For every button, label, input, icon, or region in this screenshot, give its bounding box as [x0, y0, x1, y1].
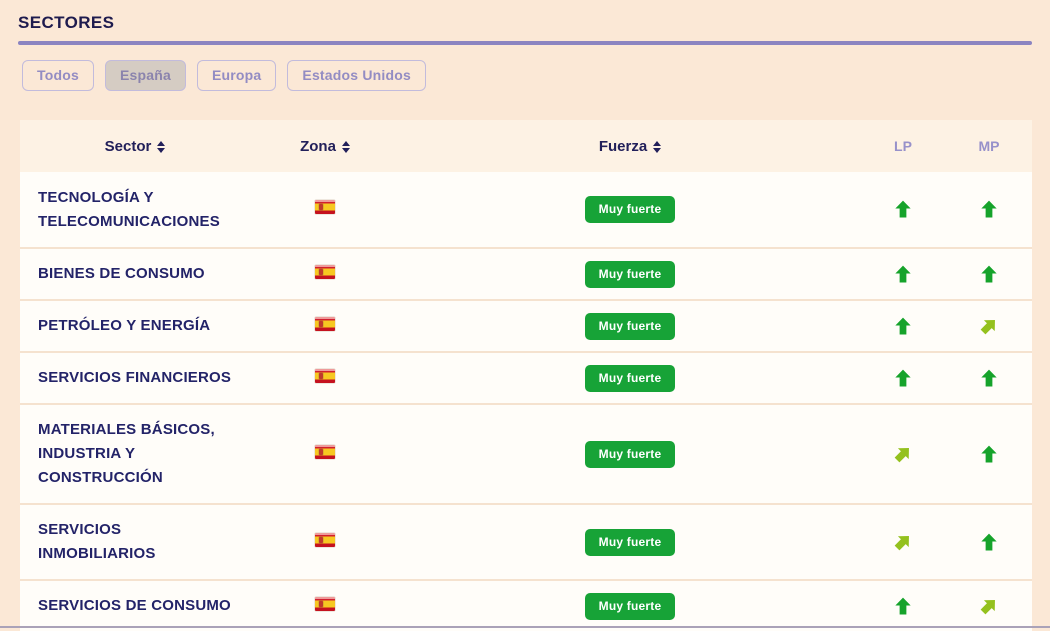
mp-trend-cell	[946, 404, 1032, 504]
flag-emblem	[319, 536, 323, 543]
strength-badge: Muy fuerte	[584, 364, 676, 392]
sort-icon	[653, 140, 662, 153]
lp-trend-cell	[860, 300, 946, 352]
filter-button-europa[interactable]: Europa	[196, 60, 277, 91]
spain-flag-icon	[315, 444, 335, 459]
flag-emblem	[319, 448, 323, 455]
column-header-zona[interactable]: Zona	[250, 120, 400, 172]
sector-name: BIENES DE CONSUMO	[38, 265, 205, 282]
column-header-sector[interactable]: Sector	[20, 120, 250, 172]
spain-flag-icon	[315, 596, 335, 611]
mp-trend-cell	[946, 580, 1032, 631]
flag-emblem	[319, 320, 323, 327]
column-header-zona-label: Zona	[300, 137, 336, 155]
spain-flag-icon	[315, 532, 335, 547]
filter-button-estados-unidos[interactable]: Estados Unidos	[287, 60, 426, 91]
sort-icon	[157, 140, 166, 153]
lp-trend-cell	[860, 404, 946, 504]
table-row[interactable]: SERVICIOS DE CONSUMO Muy fuerte	[20, 580, 1032, 631]
column-header-mp: MP	[978, 138, 1000, 154]
filter-button-espana[interactable]: España	[104, 60, 186, 91]
filter-button-todos[interactable]: Todos	[22, 60, 94, 91]
sector-name: MATERIALES BÁSICOS, INDUSTRIA Y CONSTRUC…	[38, 421, 215, 486]
column-header-sector-label: Sector	[104, 137, 152, 155]
trend-up-right-icon	[980, 319, 995, 335]
trend-up-right-icon	[980, 599, 995, 615]
flag-emblem	[319, 204, 323, 210]
flag-emblem	[319, 600, 323, 607]
sector-name: PETRÓLEO Y ENERGÍA	[38, 317, 211, 334]
sector-name: SERVICIOS INMOBILIARIOS	[38, 521, 156, 562]
trend-up-right-icon	[894, 535, 909, 551]
table-row[interactable]: SERVICIOS FINANCIEROS Muy fuerte	[20, 352, 1032, 404]
strength-badge: Muy fuerte	[584, 196, 676, 223]
table-row[interactable]: TECNOLOGÍA Y TELECOMUNICACIONES Muy fuer…	[20, 172, 1032, 248]
strength-badge: Muy fuerte	[584, 528, 676, 556]
spain-flag-icon	[315, 200, 335, 214]
spain-flag-icon	[315, 316, 335, 331]
sort-icon	[341, 140, 350, 153]
lp-trend-cell	[860, 172, 946, 248]
mp-trend-cell	[946, 300, 1032, 352]
trend-up-icon	[981, 265, 997, 283]
page-title: SECTORES	[18, 13, 115, 32]
lp-trend-cell	[860, 580, 946, 631]
lp-trend-cell	[860, 352, 946, 404]
trend-up-icon	[895, 317, 911, 335]
table-row[interactable]: SERVICIOS INMOBILIARIOS Muy fuerte	[20, 504, 1032, 580]
flag-emblem	[319, 268, 323, 275]
strength-badge: Muy fuerte	[584, 592, 676, 620]
trend-up-icon	[895, 597, 911, 615]
strength-badge: Muy fuerte	[584, 312, 676, 340]
mp-trend-cell	[946, 504, 1032, 580]
trend-up-icon	[981, 533, 997, 551]
table-row[interactable]: BIENES DE CONSUMO Muy fuerte	[20, 248, 1032, 300]
trend-up-icon	[981, 445, 997, 463]
sector-table-body: TECNOLOGÍA Y TELECOMUNICACIONES Muy fuer…	[20, 172, 1032, 631]
trend-up-icon	[981, 369, 997, 387]
trend-up-icon	[895, 200, 911, 218]
table-row[interactable]: MATERIALES BÁSICOS, INDUSTRIA Y CONSTRUC…	[20, 404, 1032, 504]
zone-filter-group: Todos España Europa Estados Unidos	[22, 60, 1032, 91]
column-header-lp: LP	[894, 138, 912, 154]
sector-name: SERVICIOS DE CONSUMO	[38, 597, 231, 614]
trend-up-right-icon	[894, 447, 909, 463]
column-header-fuerza-label: Fuerza	[598, 137, 648, 155]
spain-flag-icon	[315, 264, 335, 279]
sectors-table-card: Sector Zona Fuerza LP MP TECNOLOGÍA Y TE…	[20, 120, 1032, 631]
mp-trend-cell	[946, 248, 1032, 300]
title-underline	[18, 41, 1032, 45]
lp-trend-cell	[860, 248, 946, 300]
sectors-table: Sector Zona Fuerza LP MP TECNOLOGÍA Y TE…	[20, 120, 1032, 631]
strength-badge: Muy fuerte	[584, 440, 676, 468]
spain-flag-icon	[315, 368, 335, 383]
table-row[interactable]: PETRÓLEO Y ENERGÍA Muy fuerte	[20, 300, 1032, 352]
lp-trend-cell	[860, 504, 946, 580]
table-header-row: Sector Zona Fuerza LP MP	[20, 120, 1032, 172]
column-header-fuerza[interactable]: Fuerza	[400, 120, 860, 172]
trend-up-icon	[895, 369, 911, 387]
mp-trend-cell	[946, 172, 1032, 248]
trend-up-icon	[895, 265, 911, 283]
trend-up-icon	[981, 200, 997, 218]
flag-emblem	[319, 372, 323, 379]
mp-trend-cell	[946, 352, 1032, 404]
sector-name: TECNOLOGÍA Y TELECOMUNICACIONES	[38, 188, 220, 230]
sector-name: SERVICIOS FINANCIEROS	[38, 369, 232, 386]
strength-badge: Muy fuerte	[584, 260, 676, 288]
